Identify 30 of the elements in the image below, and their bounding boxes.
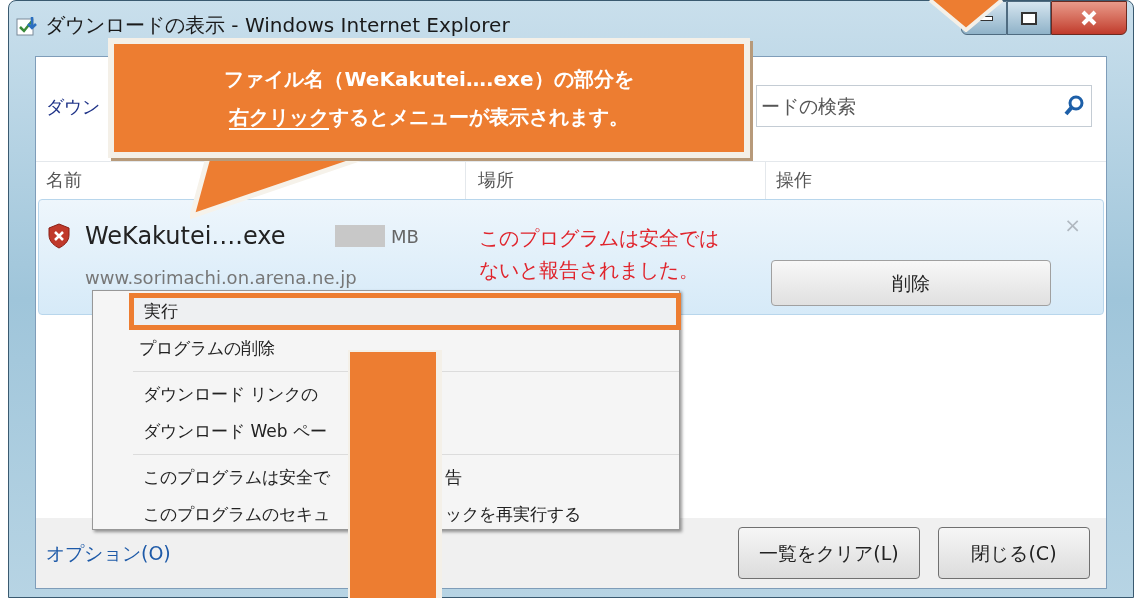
menu-item[interactable]: プログラムの削除 bbox=[129, 330, 679, 367]
warning-text: このプログラムは安全では bbox=[479, 225, 720, 252]
file-size-unit: MB bbox=[391, 224, 419, 249]
menu-item[interactable]: 実行 bbox=[129, 293, 681, 330]
menu-item[interactable]: このプログラムは安全で 告 bbox=[133, 459, 679, 496]
dialog-button[interactable]: 閉じる(C) bbox=[938, 527, 1090, 579]
download-icon bbox=[15, 15, 39, 39]
callout-text: 右クリックするとメニューが表示されます。 bbox=[229, 104, 629, 131]
toolbar-label: ダウン bbox=[46, 94, 100, 119]
options-link[interactable]: オプション(O) bbox=[46, 538, 171, 568]
file-name[interactable]: WeKakutei….exe bbox=[85, 218, 335, 254]
search-icon bbox=[1064, 95, 1084, 117]
close-icon bbox=[1080, 10, 1098, 26]
dialog-button[interactable]: 一覧をクリア(L) bbox=[738, 527, 920, 579]
redacted-block bbox=[335, 225, 385, 247]
menu-item[interactable]: このプログラムのセキュ ックを再実行する bbox=[133, 496, 679, 533]
column-header[interactable]: 操作 bbox=[776, 169, 812, 190]
menu-item[interactable]: ダウンロード Web ペー bbox=[133, 413, 679, 450]
source-url: www.sorimachi.on.arena.ne.jp bbox=[85, 266, 358, 290]
search-field[interactable]: ードの検索 bbox=[756, 85, 1092, 127]
callout-text: ファイル名（WeKakutei….exe）の部分を bbox=[224, 66, 634, 93]
close-button[interactable] bbox=[1051, 1, 1127, 35]
window-title: ダウンロードの表示 - Windows Internet Explorer bbox=[45, 15, 510, 35]
delete-button[interactable]: 削除 bbox=[771, 260, 1051, 306]
column-header[interactable]: 名前 bbox=[46, 169, 82, 190]
column-header[interactable]: 場所 bbox=[478, 169, 514, 190]
shield-icon bbox=[47, 223, 71, 249]
maximize-button[interactable] bbox=[1007, 1, 1051, 35]
warning-text: ないと報告されました。 bbox=[479, 257, 700, 284]
menu-item[interactable]: ダウンロード リンクの bbox=[133, 376, 679, 413]
